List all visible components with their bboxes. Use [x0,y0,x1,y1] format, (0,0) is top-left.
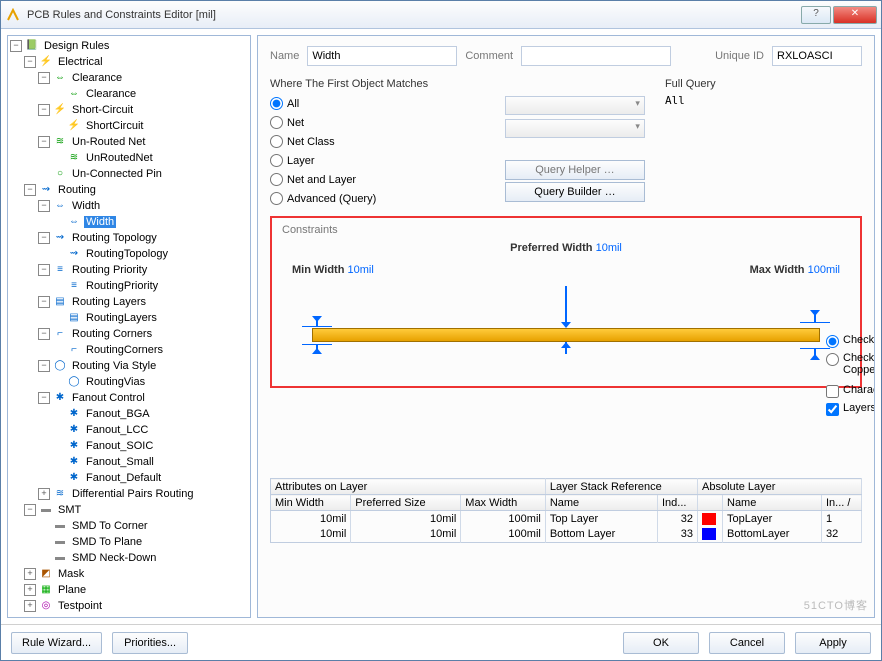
name-label: Name [270,50,299,62]
width-diagram [282,286,850,356]
radio-netclass[interactable] [270,135,283,148]
footer: Rule Wizard... Priorities... OK Cancel A… [1,624,881,660]
query-title: Full Query [665,78,862,90]
tree-electrical[interactable]: Electrical [56,56,105,68]
net-dropdown[interactable] [505,96,645,115]
radio-layer[interactable] [270,154,283,167]
comment-input[interactable] [521,46,671,66]
apply-button[interactable]: Apply [795,632,871,654]
dialog-window: PCB Rules and Constraints Editor [mil] ?… [0,0,882,661]
uid-label: Unique ID [715,50,764,62]
radio-netlayer[interactable] [270,173,283,186]
check-options: Check Tracks/Arcs Min/Max Width Individu… [826,334,875,420]
query-value: All [665,94,862,107]
min-width-value[interactable]: 10mil [348,264,374,276]
watermark: 51CTO博客 [804,597,868,613]
tree-routing[interactable]: Routing [56,184,98,196]
constraints-box: Constraints Preferred Width 10mil Min Wi… [270,216,862,388]
window-title: PCB Rules and Constraints Editor [mil] [27,9,799,21]
table-row[interactable]: 10mil10mil100milTop Layer32TopLayer1 [271,511,862,527]
radio-check-copper[interactable] [826,353,839,366]
tree-width-rule[interactable]: Width [84,216,116,228]
checkbox-impedance[interactable] [826,385,839,398]
radio-check-tracks[interactable] [826,335,839,348]
ok-button[interactable]: OK [623,632,699,654]
checkbox-layerstack[interactable] [826,403,839,416]
query-builder-button[interactable]: Query Builder … [505,182,645,202]
rules-tree[interactable]: −📗Design Rules −⚡Electrical −⇔Clearance … [7,35,251,618]
radio-all[interactable] [270,97,283,110]
comment-label: Comment [465,50,513,62]
max-width-value[interactable]: 100mil [808,264,840,276]
preferred-width-label: Preferred Width [510,242,592,254]
rule-wizard-button[interactable]: Rule Wizard... [11,632,102,654]
netclass-dropdown[interactable] [505,119,645,138]
preferred-width-value[interactable]: 10mil [596,242,622,254]
min-width-label: Min Width [292,264,344,276]
priorities-button[interactable]: Priorities... [112,632,188,654]
tree-root[interactable]: Design Rules [42,40,111,52]
uid-input[interactable] [772,46,862,66]
table-row[interactable]: 10mil10mil100milBottom Layer33BottomLaye… [271,527,862,543]
cancel-button[interactable]: Cancel [709,632,785,654]
app-icon [5,7,21,23]
rule-panel: Name Comment Unique ID Where The First O… [257,35,875,618]
name-input[interactable] [307,46,457,66]
max-width-label: Max Width [750,264,805,276]
radio-advanced[interactable] [270,192,283,205]
match-title: Where The First Object Matches [270,78,475,90]
radio-net[interactable] [270,116,283,129]
layer-grid[interactable]: Attributes on Layer Layer Stack Referenc… [270,478,862,543]
close-button[interactable]: ✕ [833,6,877,24]
titlebar[interactable]: PCB Rules and Constraints Editor [mil] ?… [1,1,881,29]
help-button[interactable]: ? [801,6,831,24]
query-helper-button[interactable]: Query Helper … [505,160,645,180]
